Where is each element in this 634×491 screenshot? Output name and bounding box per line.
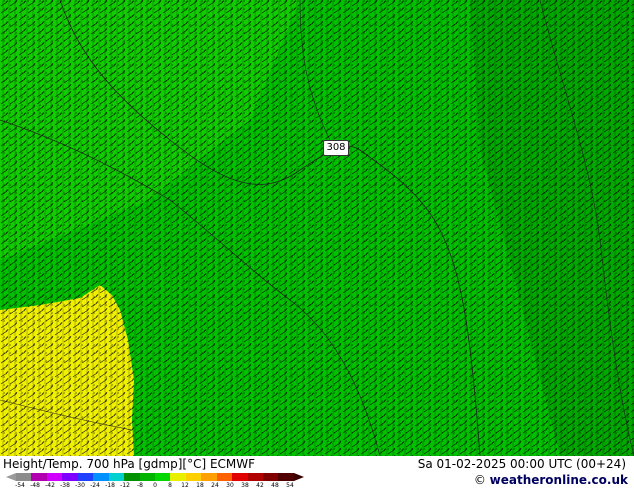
legend-swatch — [170, 473, 186, 481]
legend-tick-label: -8 — [137, 482, 143, 489]
credit-brand: weatheronline.co.uk — [489, 473, 628, 487]
legend-swatch — [16, 473, 32, 481]
legend-tick-label: -12 — [120, 482, 130, 489]
legend-tick-label: 42 — [256, 482, 264, 489]
copyright-text: © — [473, 473, 490, 487]
weather-map-view: 308 Height/Temp. 700 hPa [gdmp][°C] ECMW… — [0, 0, 634, 490]
legend-tick-label: -54 — [15, 482, 25, 489]
legend-swatch — [232, 473, 248, 481]
legend-tick-label: 24 — [211, 482, 219, 489]
legend-tick-label: 12 — [181, 482, 189, 489]
legend-swatch — [62, 473, 78, 481]
legend-tick-label: -30 — [75, 482, 85, 489]
color-legend — [16, 473, 294, 481]
legend-tick-label: -24 — [90, 482, 100, 489]
legend-tick-label: -42 — [45, 482, 55, 489]
legend-tick-label: 8 — [168, 482, 172, 489]
legend-swatch — [31, 473, 47, 481]
legend-swatch — [216, 473, 233, 481]
map-canvas — [0, 0, 634, 456]
legend-right-arrow — [294, 473, 304, 481]
legend-swatch — [46, 473, 63, 481]
legend-tick-label: 18 — [196, 482, 204, 489]
map-title: Height/Temp. 700 hPa [gdmp][°C] ECMWF — [3, 457, 256, 471]
legend-swatch — [263, 473, 279, 481]
legend-tick-label: -38 — [60, 482, 70, 489]
credit-link[interactable]: © weatheronline.co.uk — [474, 473, 628, 487]
contour-value-label: 308 — [323, 140, 349, 156]
valid-time: Sa 01-02-2025 00:00 UTC (00+24) — [417, 457, 626, 471]
legend-tick-label: 54 — [286, 482, 294, 489]
legend-left-arrow — [6, 473, 16, 481]
legend-swatch — [247, 473, 263, 481]
legend-swatch — [93, 473, 109, 481]
legend-swatch — [108, 473, 125, 481]
legend-tick-label: 0 — [153, 482, 157, 489]
legend-swatch — [185, 473, 202, 481]
legend-tick-label: -48 — [30, 482, 40, 489]
legend-tick-label: 38 — [241, 482, 249, 489]
legend-swatch — [77, 473, 94, 481]
legend-swatch — [278, 473, 294, 481]
legend-swatch — [139, 473, 155, 481]
legend-tick-label: 48 — [271, 482, 279, 489]
legend-swatch — [124, 473, 140, 481]
map-footer: Height/Temp. 700 hPa [gdmp][°C] ECMWF Sa… — [0, 456, 634, 490]
legend-tick-label: 30 — [226, 482, 234, 489]
legend-swatch — [201, 473, 217, 481]
legend-swatch — [154, 473, 171, 481]
legend-tick-label: -18 — [105, 482, 115, 489]
